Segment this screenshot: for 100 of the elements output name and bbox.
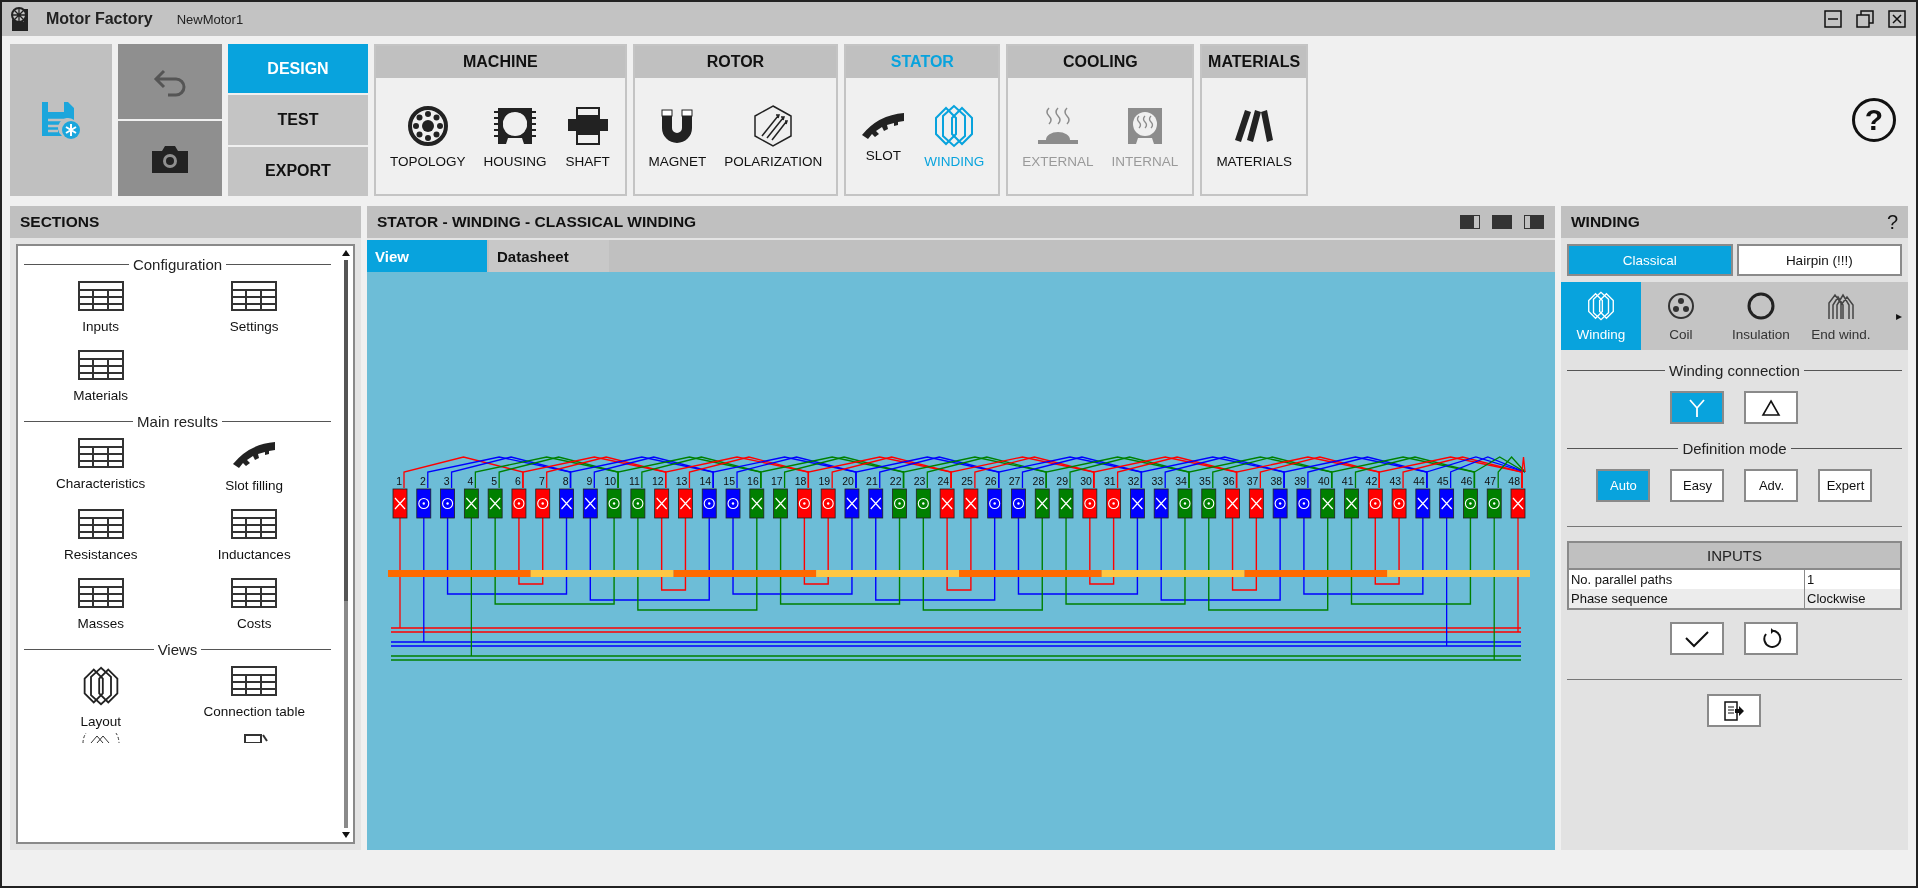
ribbon-group-title: COOLING — [1008, 46, 1193, 78]
ribbon-group-title: ROTOR — [634, 46, 837, 78]
mode-option-button[interactable]: Expert — [1818, 469, 1873, 502]
table-cell-text: Phase sequence — [1570, 590, 1669, 608]
slot-number: 29 — [1056, 475, 1069, 487]
ribbon-button[interactable]: MATERIALS — [1214, 99, 1294, 173]
slot-number: 22 — [889, 475, 902, 487]
table-icon — [77, 578, 124, 609]
slot-number: 30 — [1080, 475, 1092, 487]
table-icon — [231, 281, 278, 311]
slot-number: 26 — [985, 475, 997, 487]
star-connection-button[interactable] — [1670, 391, 1725, 424]
group-heading: Winding connection — [1669, 362, 1800, 379]
table-title: INPUTS — [1569, 543, 1900, 570]
ribbon-button[interactable]: MAGNET — [646, 99, 709, 173]
table-icon — [231, 509, 278, 540]
slot-number: 24 — [937, 475, 950, 487]
winding-subtab[interactable]: Insulation — [1721, 282, 1801, 350]
help-link[interactable]: ? — [1886, 210, 1898, 234]
section-item[interactable]: Costs — [177, 574, 331, 636]
slot-number: 1 — [396, 475, 402, 487]
scroll-up-icon[interactable] — [342, 250, 350, 256]
view-tab[interactable]: Datasheet — [489, 240, 609, 272]
document-name: NewMotor1 — [176, 11, 244, 27]
slot-number: 16 — [747, 475, 759, 487]
section-item[interactable]: Masses — [24, 574, 178, 636]
table-icon — [231, 578, 278, 609]
slot-number: 7 — [538, 475, 545, 487]
group-heading: Configuration — [132, 256, 223, 273]
checkmark-icon — [1684, 629, 1711, 648]
delta-connection-button[interactable] — [1744, 391, 1799, 424]
ribbon-button[interactable]: SHAFT — [562, 99, 613, 173]
slot-number: 17 — [770, 475, 783, 487]
ribbon-button[interactable]: POLARIZATION — [722, 99, 825, 173]
mode-option-button[interactable]: Adv. — [1744, 469, 1799, 502]
ribbon-button[interactable]: TOPOLOGY — [388, 99, 468, 173]
slot-number: 33 — [1151, 475, 1164, 487]
slot-number: 9 — [586, 475, 593, 487]
section-item[interactable]: Characteristics — [24, 434, 178, 498]
ring-icon — [1746, 290, 1776, 321]
left-panel-layout-icon[interactable] — [1459, 214, 1481, 230]
ribbon-group-title: MACHINE — [376, 46, 625, 78]
right-panel-layout-icon[interactable] — [1523, 214, 1545, 230]
slot-number: 18 — [794, 475, 807, 487]
ribbon-group-title: MATERIALS — [1202, 46, 1306, 78]
slot-number: 19 — [818, 475, 831, 487]
slot-number: 39 — [1294, 475, 1306, 487]
section-item[interactable]: Layout — [24, 662, 178, 734]
winding-subtab[interactable]: End wind. — [1801, 282, 1881, 350]
slot-number: 4 — [467, 475, 474, 487]
document-export-icon — [1723, 700, 1746, 721]
slot-number: 34 — [1175, 475, 1187, 487]
group-heading: Views — [157, 641, 198, 659]
section-item[interactable]: Inputs — [24, 277, 178, 338]
slot-number: 5 — [491, 475, 498, 487]
slot-number: 43 — [1389, 475, 1402, 487]
slot-number: 21 — [866, 475, 878, 487]
scroll-right-arrow[interactable]: ▸ — [1896, 309, 1908, 323]
ribbon-button[interactable]: SLOT — [858, 105, 909, 167]
panel-title: WINDING — [1571, 213, 1641, 231]
section-item[interactable]: Settings — [177, 277, 331, 338]
scroll-down-icon[interactable] — [342, 832, 350, 838]
table-cell[interactable]: Clockwise — [1804, 589, 1900, 608]
camera-button[interactable] — [118, 121, 222, 196]
full-layout-icon[interactable] — [1491, 214, 1513, 230]
slot-number: 31 — [1103, 475, 1116, 487]
slot-number: 20 — [842, 475, 854, 487]
slot-number: 37 — [1246, 475, 1259, 487]
section-item[interactable]: Resistances — [24, 505, 178, 567]
section-item[interactable]: Connection table — [177, 662, 331, 734]
slot-number: 40 — [1318, 475, 1330, 487]
winding-type-tab[interactable]: Hairpin (!!!) — [1736, 244, 1902, 276]
restore-button[interactable] — [1854, 8, 1876, 30]
group-heading: Definition mode — [1682, 440, 1787, 457]
slot-number: 23 — [913, 475, 926, 487]
help-button[interactable]: ? — [1852, 98, 1896, 142]
scrollbar[interactable] — [344, 260, 348, 828]
ribbon-group-title: STATOR — [846, 46, 999, 78]
slot-number: 41 — [1341, 475, 1354, 487]
table-cell-text: No. parallel paths — [1570, 571, 1674, 589]
minimize-button[interactable] — [1822, 8, 1844, 30]
ribbon-button[interactable]: HOUSING — [481, 99, 549, 173]
mode-tab[interactable]: TEST — [228, 95, 368, 145]
section-item[interactable]: Inductances — [177, 505, 331, 567]
slot-number: 46 — [1460, 475, 1473, 487]
apply-button[interactable] — [1670, 622, 1725, 655]
close-button[interactable] — [1886, 8, 1908, 30]
mode-option-button[interactable]: Easy — [1670, 469, 1725, 502]
slot-number: 32 — [1127, 475, 1140, 487]
export-document-button[interactable] — [1707, 694, 1762, 727]
section-item[interactable]: Materials — [24, 346, 178, 407]
winding-subtab[interactable]: Coil — [1641, 282, 1721, 350]
slot-number: 2 — [419, 475, 426, 487]
table-icon — [77, 438, 124, 468]
view-title: STATOR - WINDING - CLASSICAL WINDING — [377, 213, 698, 231]
reset-button[interactable] — [1744, 622, 1799, 655]
mode-tab[interactable]: EXPORT — [228, 146, 368, 196]
table-icon — [231, 666, 278, 697]
slot-number: 6 — [515, 475, 521, 487]
section-item[interactable]: Slot filling — [177, 434, 331, 498]
